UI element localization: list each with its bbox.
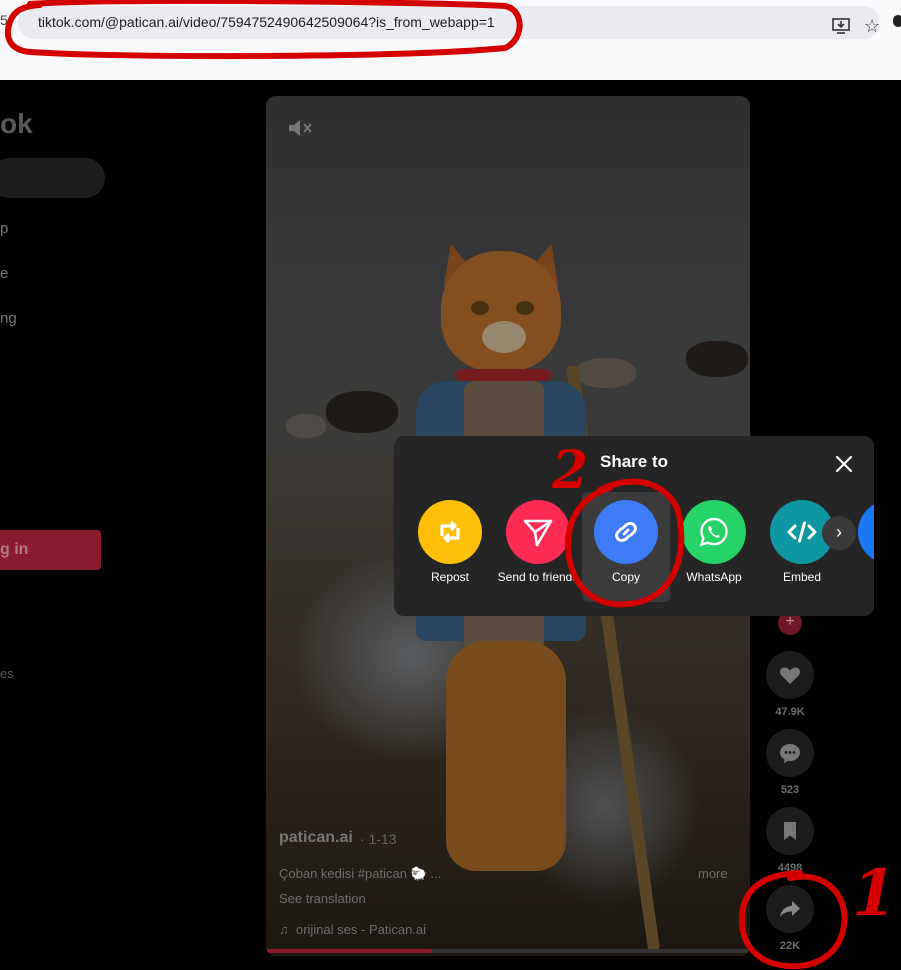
sidebar-item-live[interactable]: e: [0, 265, 8, 282]
video-progress-fill: [266, 949, 431, 953]
sidebar-item-footer[interactable]: es: [0, 666, 14, 681]
share-option-copy[interactable]: Copy: [582, 492, 670, 602]
share-option-send-to-friends[interactable]: Send to friends: [494, 492, 582, 602]
share-option-facebook[interactable]: Fa: [846, 492, 874, 602]
sidebar-item-explore[interactable]: p: [0, 220, 8, 237]
embed-code-icon: [787, 521, 817, 543]
caption-more-link[interactable]: more: [698, 866, 728, 881]
share-option-label: WhatsApp: [686, 570, 742, 584]
address-bar[interactable]: tiktok.com/@patican.ai/video/75947524906…: [18, 6, 880, 39]
profile-icon[interactable]: [893, 15, 901, 27]
comment-count: 523: [780, 784, 800, 796]
repost-icon: [440, 520, 460, 544]
share-option-label: Copy: [611, 570, 640, 584]
screenshot-root: 5 tiktok.com/@patican.ai/video/759475249…: [0, 0, 901, 970]
whatsapp-circle: [682, 500, 746, 564]
send-circle: [506, 500, 570, 564]
facebook-circle: [858, 500, 874, 564]
repost-circle: [418, 500, 482, 564]
bookmark-star-icon[interactable]: ☆: [864, 16, 880, 37]
bookmark-icon: [784, 822, 796, 840]
sidebar-item-following[interactable]: ng: [0, 310, 17, 327]
tiktok-logo[interactable]: ok: [0, 108, 33, 140]
share-option-label: Repost: [430, 570, 470, 584]
share-arrow-icon: [780, 901, 800, 917]
share-button[interactable]: [766, 885, 814, 933]
share-dialog: Share to Repost Send to friends Copy Wha…: [394, 436, 874, 616]
share-option-repost[interactable]: Repost: [406, 492, 494, 602]
like-button[interactable]: [766, 651, 814, 699]
login-button-label: g in: [0, 541, 29, 558]
annotation-step-1: 1: [852, 856, 897, 931]
send-paper-plane-icon: [523, 519, 553, 547]
video-author[interactable]: patican.ai: [279, 829, 353, 847]
share-option-label: Embed: [782, 570, 822, 584]
video-progress-bar[interactable]: [266, 949, 750, 953]
music-title: orijinal ses - Patican.ai: [295, 922, 427, 937]
close-icon[interactable]: [832, 452, 856, 476]
share-option-label: Send to friends: [497, 570, 579, 584]
chevron-right-icon[interactable]: ›: [822, 516, 856, 550]
whatsapp-icon: [699, 517, 728, 547]
see-translation-link[interactable]: See translation: [279, 891, 366, 906]
link-icon: [615, 522, 637, 542]
video-date: · 1-13: [360, 831, 397, 847]
copy-circle: [594, 500, 658, 564]
music-info[interactable]: ♫ orijinal ses - Patican.ai: [279, 922, 426, 937]
video-caption: Çoban kedisi #patican 🐑 ...: [279, 866, 442, 881]
share-option-whatsapp[interactable]: WhatsApp: [670, 492, 758, 602]
heart-icon: [780, 667, 800, 684]
comment-icon: [780, 744, 800, 763]
install-app-icon[interactable]: [832, 18, 850, 34]
search-input[interactable]: [0, 158, 105, 198]
mute-icon[interactable]: [286, 116, 314, 140]
share-count: 22K: [779, 940, 801, 952]
browser-toolbar: 5 tiktok.com/@patican.ai/video/759475249…: [0, 0, 901, 80]
share-dialog-title: Share to: [599, 452, 669, 471]
share-option-label: Fa: [846, 570, 874, 585]
comment-button[interactable]: [766, 729, 814, 777]
browser-left-fragment: 5: [0, 12, 8, 28]
url-text[interactable]: tiktok.com/@patican.ai/video/75947524906…: [38, 14, 495, 30]
save-count: 4498: [777, 862, 803, 874]
save-button[interactable]: [766, 807, 814, 855]
like-count: 47.9K: [775, 706, 805, 718]
